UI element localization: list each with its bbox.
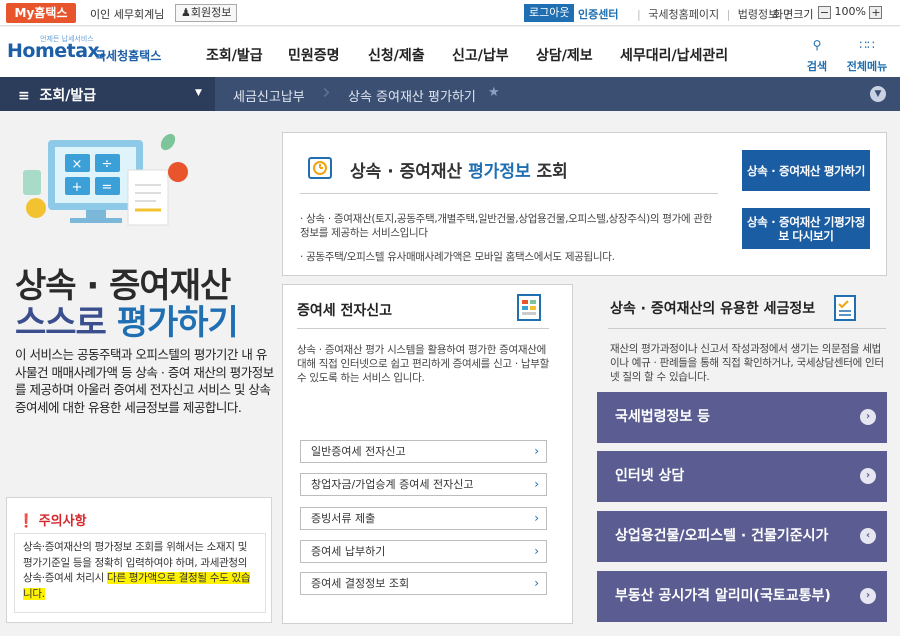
eval-description: · 상속 · 증여재산(토지,공동주택,개별주택,일반건물,상업용건물,오피스텔…: [300, 213, 713, 239]
tax-info-description: 재산의 평가과정이나 신고서 작성과정에서 생기는 의문점을 세법이나 예규 ·…: [610, 343, 884, 383]
chevron-left-icon: ‹: [860, 528, 876, 544]
breadcrumb-tax-filing[interactable]: 세금신고납부: [233, 86, 305, 105]
chevron-right-icon: ›: [534, 544, 539, 558]
search-icon: ⚲: [812, 38, 822, 52]
logo-korean: 국세청홈택스: [95, 49, 162, 63]
divider: [297, 328, 549, 329]
breadcrumb-current[interactable]: 상속 증여재산 평가하기: [348, 86, 476, 105]
zoom-label: 화면크기: [773, 8, 814, 21]
all-menu-button[interactable]: ∷∷ 전체메뉴: [842, 34, 892, 73]
evaluate-asset-button[interactable]: 상속 · 증여재산 평가하기: [742, 150, 870, 191]
zoom-in-button[interactable]: +: [869, 5, 883, 19]
eval-mobile-note: · 공동주택/오피스텔 유사매매사례가액은 모바일 홈택스에서도 제공됩니다.: [300, 251, 615, 263]
member-info-button[interactable]: ♟회원정보: [175, 4, 238, 22]
search-button[interactable]: ⚲ 검색: [803, 34, 831, 73]
efile-description: 상속 · 증여재산 평가 시스템을 활용하여 평가한 증여재산에 대해 직접 인…: [297, 344, 549, 384]
search-label: 검색: [806, 60, 828, 73]
pay-gift-tax-link[interactable]: 증여세 납부하기 ›: [300, 540, 547, 563]
chevron-right-icon: ›: [534, 576, 539, 590]
all-menu-label: 전체메뉴: [846, 60, 888, 73]
zoom-out-button[interactable]: −: [818, 5, 831, 19]
nav-menu-label: ≡ 조회/발급: [18, 88, 97, 104]
favorite-star-icon[interactable]: ★: [488, 85, 500, 100]
member-info-label: 회원정보: [190, 6, 232, 19]
chevron-right-icon: ›: [534, 511, 539, 525]
internet-consult-button[interactable]: 인터넷 상담 ›: [597, 451, 887, 502]
svg-text:+: +: [72, 180, 83, 195]
document-check-icon: [834, 295, 856, 321]
svg-text:÷: ÷: [102, 157, 113, 172]
startup-fund-efile-link[interactable]: 창업자금/가업승계 증여세 전자신고 ›: [300, 473, 547, 496]
clock-calculator-icon: [308, 157, 332, 179]
caution-title: ❗ 주의사항: [18, 514, 87, 529]
caution-text: 상속·증여재산의 평가정보 조회를 위해서는 소재지 및 평가기준일 등을 정확…: [23, 541, 251, 600]
gift-tax-decision-link[interactable]: 증여세 결정정보 조회 ›: [300, 572, 547, 595]
tax-law-info-button[interactable]: 국세법령정보 등 ›: [597, 392, 887, 443]
svg-text:=: =: [102, 180, 113, 195]
chevron-right-icon: ›: [534, 444, 539, 458]
eval-panel-title: 상속 · 증여재산 평가정보 조회: [350, 162, 568, 182]
top-links: | 국세청홈페이지 | 법령정보 |: [637, 8, 790, 21]
person-icon: ♟: [181, 6, 191, 19]
submit-documents-link[interactable]: 증빙서류 제출 ›: [300, 507, 547, 530]
my-hometax-button[interactable]: My홈택스: [6, 3, 76, 23]
logo-wordmark: Hometax.: [7, 40, 107, 62]
chevron-right-icon: ›: [534, 477, 539, 491]
efile-title: 증여세 전자신고: [297, 303, 393, 319]
hero-title-line2: 스스로 평가하기: [15, 303, 239, 343]
calculator-illustration: × ÷ + =: [23, 133, 188, 226]
nts-homepage-link[interactable]: 국세청홈페이지: [648, 8, 719, 21]
user-greeting: 이인 세무회계님: [90, 8, 165, 21]
chevron-right-icon: ›: [860, 468, 876, 484]
caret-down-icon: ▼: [195, 88, 202, 98]
gnb-tax-agent[interactable]: 세무대리/납세관리: [620, 45, 728, 65]
gnb-inquiry[interactable]: 조회/발급: [206, 45, 263, 65]
caution-content: 상속·증여재산의 평가정보 조회를 위해서는 소재지 및 평가기준일 등을 정확…: [14, 533, 266, 613]
logout-button[interactable]: 로그아웃: [524, 4, 575, 22]
building-standard-price-button[interactable]: 상업용건물/오피스텔 · 건물기준시가 ‹: [597, 511, 887, 562]
chevron-right-icon: ›: [860, 409, 876, 425]
hero-description: 이 서비스는 공동주택과 오피스텔의 평가기간 내 유사물건 매매사례가액 등 …: [15, 347, 274, 415]
breadcrumb-separator-icon: ›: [322, 80, 331, 105]
cert-center-link[interactable]: 인증센터: [578, 6, 618, 22]
gnb-certificates[interactable]: 민원증명: [288, 45, 340, 65]
view-past-evaluation-button[interactable]: 상속 · 증여재산 기평가정보 다시보기: [742, 208, 870, 249]
hamburger-icon: ≡: [18, 88, 30, 104]
gnb-consult[interactable]: 상담/제보: [536, 45, 593, 65]
nav-expand-icon[interactable]: ▼: [870, 86, 886, 102]
svg-text:×: ×: [72, 157, 83, 172]
divider: [300, 193, 718, 194]
zoom-value: 100%: [834, 5, 866, 18]
gnb-filing[interactable]: 신고/납부: [452, 45, 509, 65]
real-estate-price-button[interactable]: 부동산 공시가격 알리미(국토교통부) ›: [597, 571, 887, 622]
divider: [608, 328, 886, 329]
gnb-application[interactable]: 신청/제출: [368, 45, 425, 65]
alert-icon: ❗: [18, 514, 35, 529]
zoom-control: − 100% +: [818, 5, 883, 19]
tax-info-title: 상속 · 증여재산의 유용한 세금정보: [610, 301, 816, 317]
grid-icon: ∷∷: [859, 38, 875, 52]
general-gift-tax-efile-link[interactable]: 일반증여세 전자신고 ›: [300, 440, 547, 463]
spreadsheet-icon: [517, 294, 541, 321]
chevron-right-icon: ›: [860, 588, 876, 604]
